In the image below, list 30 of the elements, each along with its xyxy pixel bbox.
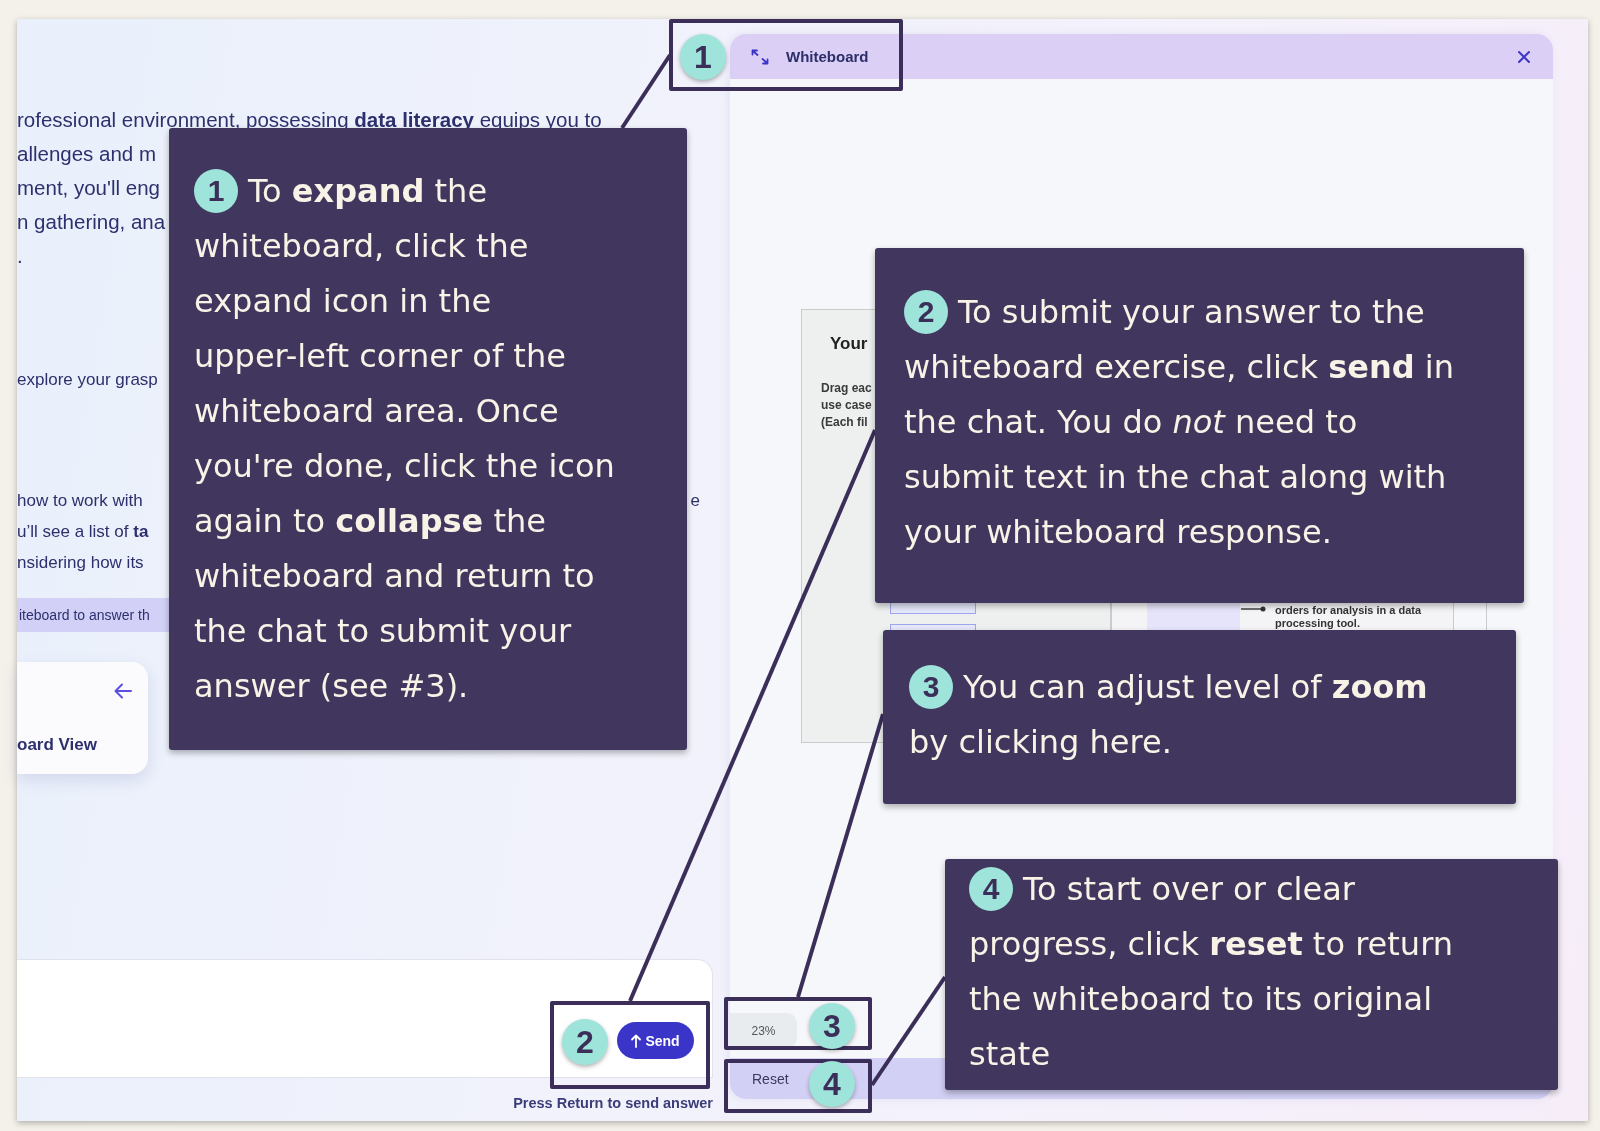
expand-icon[interactable] [751, 48, 769, 65]
callout-text: 1 To expand the whiteboard, click the expand icon in the upper-left corner of the whiteboard area. Once you're done, click the icon again to collapse the whiteboard and return to the chat to submit your answer (see #3). [194, 164, 641, 714]
link-line-icon [1241, 606, 1266, 612]
view-toggle-button[interactable]: oard View [17, 662, 148, 774]
highlighted-prompt: iteboard to answer th [17, 598, 169, 632]
lesson-text: ment, you'll eng [17, 176, 160, 199]
reset-button[interactable]: Reset [746, 1066, 795, 1091]
lesson-text: how to work with [17, 490, 143, 512]
callout-text: 4 To start over or clear progress, click reset to return the whiteboard to its original state [969, 862, 1484, 1082]
lesson-text: explore your grasp [17, 370, 158, 389]
arrow-up-icon [631, 1033, 642, 1048]
lesson-text: allenges and m [17, 142, 157, 165]
instruction-text: (Each fil [821, 414, 868, 431]
instruction-text: use case [821, 397, 872, 414]
callout-text: 3 You can adjust level of zoom by clicking here. [909, 660, 1455, 770]
lesson-text: . [17, 244, 23, 267]
send-button[interactable]: Send [617, 1022, 694, 1059]
zoom-level-button[interactable]: 23% [730, 1013, 797, 1048]
close-icon[interactable] [1518, 50, 1530, 63]
lesson-text: n gathering, ana [17, 210, 166, 233]
callout-text: 2 To submit your answer to the whiteboard exercise, click send in the chat. You do not need to submit text in the chat along with your whiteboard response. [904, 285, 1477, 560]
instruction-text: Drag eac [821, 380, 872, 397]
use-case-text: orders for analysis in a data processing tool. [1275, 604, 1423, 630]
card-title: Your [830, 333, 868, 355]
arrow-left-icon [114, 683, 132, 699]
lesson-text: u’ll see a list of ta [17, 522, 149, 541]
lesson-text: nsidering how its [17, 553, 144, 572]
whiteboard-title: Whiteboard [786, 48, 869, 65]
lesson-text: e [690, 490, 700, 512]
send-hint: Press Return to send answer [513, 1095, 713, 1111]
